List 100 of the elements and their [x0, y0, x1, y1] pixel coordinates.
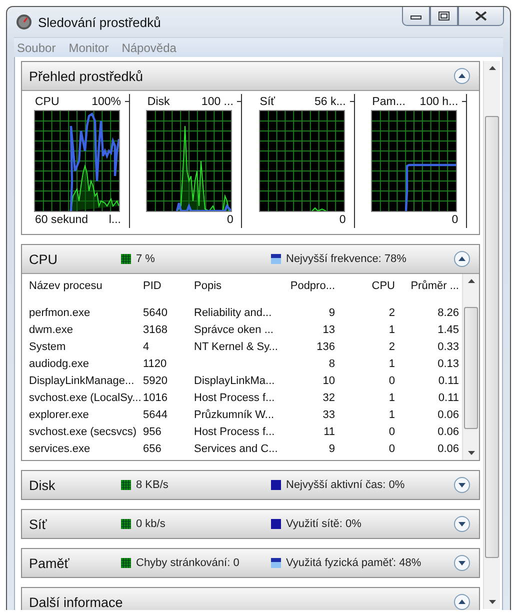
process-row[interactable]: perfmon.exe 5640 Reliability and... 9 2 8.26	[22, 304, 462, 321]
table-cell-text: 956	[142, 426, 162, 438]
table-cell-text: 3168	[142, 324, 168, 336]
graph-max-value: 56 k...	[314, 96, 346, 108]
collapse-icon[interactable]	[453, 593, 472, 610]
column-header[interactable]: Podpro...	[284, 280, 338, 292]
close-icon	[474, 11, 488, 21]
table-cell-text: 1	[388, 408, 396, 420]
table-cell-text: 11	[322, 426, 336, 438]
legend-label: Chyby stránkování: 0	[136, 557, 240, 569]
table-cell-text: perfmon.exe	[28, 306, 92, 318]
table-cell-text: 8.26	[436, 306, 460, 318]
minimize-button[interactable]	[402, 7, 430, 26]
process-row[interactable]: explorer.exe 5644 Průzkumník W... 33 1 0.06	[22, 406, 462, 423]
section-header[interactable]: Přehled prostředků	[22, 62, 480, 90]
table-cell-text: 1016	[142, 392, 168, 404]
column-header[interactable]: PID	[140, 280, 188, 292]
table-cell-text: 1.45	[436, 324, 460, 336]
table-cell-text: 0.13	[436, 358, 460, 370]
table-cell-text: 2	[388, 340, 396, 352]
table-cell-text: 1	[388, 358, 396, 370]
legend-label: Nejvyšší frekvence: 78%	[286, 253, 406, 265]
scroll-up-icon[interactable]	[468, 279, 475, 283]
process-row[interactable]: svchost.exe (LocalSy...1016 Host Process f... 32 1 0.11	[22, 389, 462, 406]
table-cell-text: 656	[142, 442, 162, 454]
table-cell-text: 2	[388, 306, 396, 318]
expand-icon[interactable]	[453, 554, 472, 572]
section-header[interactable]: Další informace	[22, 588, 480, 610]
table-cell-text: Host Process f...	[193, 426, 276, 438]
column-header[interactable]: Název procesu	[22, 280, 140, 292]
table-cell-text: 5640	[142, 306, 168, 318]
process-row[interactable]: services.exe 656 Services and C... 9 0 0.06	[22, 440, 462, 457]
table-cell-text: Průzkumník W...	[193, 408, 276, 420]
table-cell-text: explorer.exe	[28, 408, 90, 420]
graph-title: Pam...	[372, 96, 406, 108]
scroll-up-icon[interactable]	[488, 66, 496, 70]
process-row[interactable]: audiodg.exe 1120 8 1 0.13	[22, 355, 462, 372]
expand-icon[interactable]	[453, 515, 472, 533]
section-header[interactable]: Paměť Chyby stránkování: 0 Využitá fyzická paměť: 48%	[22, 549, 480, 577]
table-cell-text: 0	[388, 426, 396, 438]
table-cell-text: 1	[388, 392, 396, 404]
table-cell-text: svchost.exe (LocalSy...	[28, 392, 140, 404]
window-title: Sledování prostředků	[38, 14, 161, 30]
gauge-icon	[16, 14, 32, 30]
table-cell-text: 136	[316, 340, 336, 352]
scroll-down-icon[interactable]	[468, 451, 475, 455]
table-cell-text: svchost.exe (secsvcs)	[28, 426, 138, 438]
legend-label: Využitá fyzická paměť: 48%	[286, 557, 422, 569]
graph-min-value: 0	[339, 214, 346, 226]
table-cell-text: 5644	[142, 408, 168, 420]
process-row[interactable]: System 4 NT Kernel & Sy... 136 2 0.33	[22, 338, 462, 355]
table-cell-text: 0.33	[436, 340, 460, 352]
table-cell-text: 13	[322, 324, 336, 336]
close-button[interactable]	[458, 7, 504, 26]
scroll-down-icon[interactable]	[488, 600, 496, 604]
table-cell-text: 32	[322, 392, 336, 404]
table-cell-text: Host Process f...	[193, 392, 276, 404]
graph-title: Síť	[260, 96, 275, 108]
table-cell-text: 8	[328, 358, 336, 370]
section-header[interactable]: Disk 8 KB/s Nejvyšší aktivní čas: 0%	[22, 471, 480, 499]
table-cell-text: 0.06	[436, 442, 460, 454]
table-cell-text: 0.06	[436, 426, 460, 438]
process-row[interactable]: svchost.exe (secsvcs) 956 Host Process f... 11 0 0.06	[22, 423, 462, 440]
table-cell-text: DisplayLinkManage...	[28, 374, 136, 386]
collapse-icon[interactable]	[453, 250, 472, 268]
table-cell-text: 4	[142, 340, 150, 352]
maximize-button[interactable]	[430, 7, 458, 26]
table-cell-text: 10	[322, 374, 336, 386]
graph-min-value: l...	[108, 214, 121, 226]
section-header[interactable]: Síť 0 kb/s Využití sítě: 0%	[22, 510, 480, 538]
graph-title: Disk	[147, 96, 170, 108]
column-header[interactable]: Popis	[188, 280, 284, 292]
legend-label: 7 %	[136, 253, 155, 265]
table-cell-text: dwm.exe	[28, 324, 74, 336]
table-cell-text: System	[28, 340, 67, 352]
table-cell-text: services.exe	[28, 442, 92, 454]
graph-min-value: 0	[452, 214, 458, 226]
legend-label: 8 KB/s	[136, 479, 168, 491]
legend-label: Nejvyšší aktivní čas: 0%	[286, 479, 405, 491]
table-cell-text: audiodg.exe	[28, 358, 90, 370]
graph-max-value: 100 h...	[420, 96, 458, 108]
column-header[interactable]: Průměr ...	[398, 280, 462, 292]
process-row[interactable]: dwm.exe 3168 Správce oken ... 13 1 1.45	[22, 321, 462, 338]
time-span-label: 60 sekund	[35, 214, 88, 226]
graph-title: CPU	[35, 96, 60, 108]
section-header[interactable]: CPU 7 % Nejvyšší frekvence: 78%	[22, 245, 480, 273]
table-cell-text: Reliability and...	[193, 306, 273, 318]
legend-label: 0 kb/s	[136, 518, 166, 530]
table-cell-text: Services and C...	[193, 442, 279, 454]
table-cell-text: 33	[322, 408, 336, 420]
table-cell-text: 9	[328, 442, 336, 454]
column-header[interactable]: CPU	[338, 280, 398, 292]
process-row[interactable]: DisplayLinkManage... 5920 DisplayLinkMa... 10 0 0.11	[22, 372, 462, 389]
table-cell-text: 1	[388, 324, 396, 336]
table-cell-text: NT Kernel & Sy...	[193, 340, 279, 352]
table-cell-text: 0.06	[436, 408, 460, 420]
collapse-icon[interactable]	[453, 67, 472, 85]
expand-icon[interactable]	[453, 476, 472, 494]
table-cell-text: Správce oken ...	[193, 324, 274, 336]
table-cell-text: 5920	[142, 374, 168, 386]
